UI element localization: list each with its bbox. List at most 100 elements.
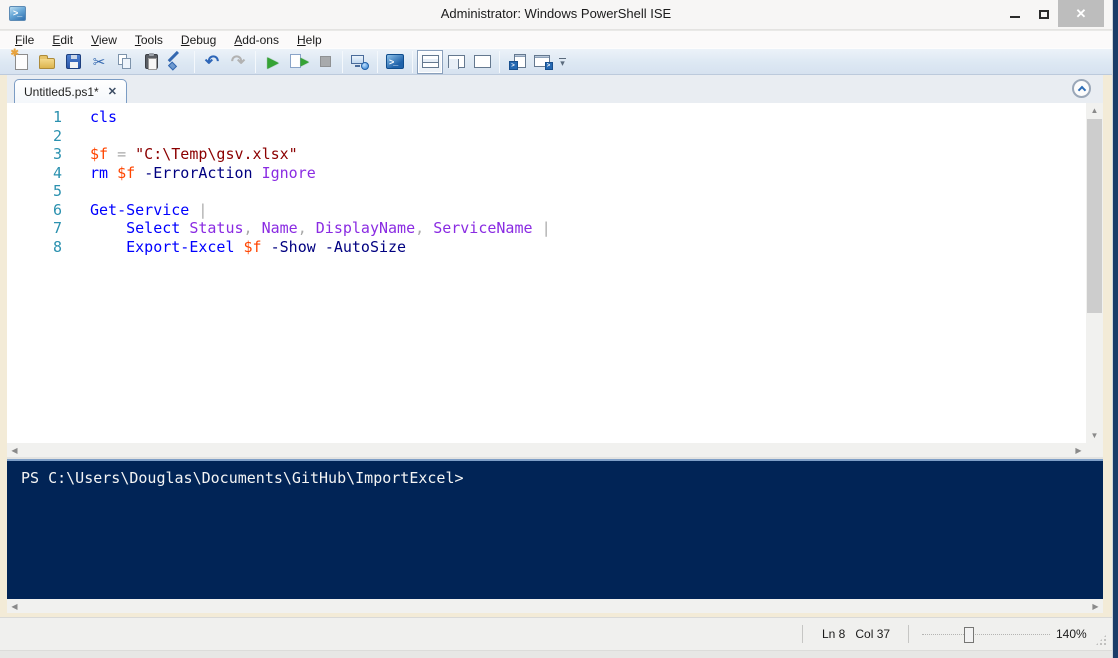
redo-button[interactable]: ↷ bbox=[225, 50, 251, 74]
column-indicator: Col 37 bbox=[855, 627, 890, 641]
run-selection-button[interactable]: ▶ bbox=[286, 50, 312, 74]
clear-broom-icon bbox=[168, 53, 186, 71]
pane-border-right bbox=[1103, 75, 1112, 617]
scroll-right-icon[interactable]: ▶ bbox=[1088, 599, 1103, 613]
pane-border-left bbox=[0, 75, 7, 617]
status-bar: Ln 8 Col 37 140% bbox=[0, 617, 1112, 650]
remote-computer-icon bbox=[351, 54, 369, 70]
minimize-button[interactable] bbox=[1000, 0, 1029, 26]
console-pane[interactable]: PS C:\Users\Douglas\Documents\GitHub\Imp… bbox=[7, 459, 1103, 599]
start-powershell-exe-button[interactable]: >_ bbox=[382, 50, 408, 74]
new-script-button[interactable]: ✱ bbox=[8, 50, 34, 74]
cut-scissors-icon: ✂ bbox=[93, 53, 106, 71]
open-folder-icon bbox=[39, 58, 55, 69]
run-script-button[interactable]: ▶ bbox=[260, 50, 286, 74]
menu-item-edit[interactable]: Edit bbox=[43, 33, 82, 47]
tab-untitled5[interactable]: Untitled5.ps1* ✕ bbox=[14, 79, 127, 103]
scroll-up-icon[interactable]: ▲ bbox=[1086, 103, 1103, 118]
copy-icon bbox=[117, 54, 133, 70]
script-pane-top-icon bbox=[422, 55, 439, 68]
toolbar: ✱ ✂ ↶ ↷ ▶ ▶ >_ bbox=[0, 48, 1112, 75]
redo-arrow-icon: ↷ bbox=[231, 55, 245, 69]
show-script-pane-right-button[interactable] bbox=[443, 50, 469, 74]
window-bottom-edge bbox=[0, 650, 1112, 658]
new-powershell-tab-button[interactable]: > bbox=[504, 50, 530, 74]
console-pane-icon: > bbox=[534, 54, 553, 70]
script-editor-pane[interactable]: 12345678 cls $f = "C:\Temp\gsv.xlsx"rm $… bbox=[7, 103, 1086, 443]
zoom-slider[interactable] bbox=[922, 634, 1050, 635]
tab-label: Untitled5.ps1* bbox=[24, 85, 99, 99]
menu-item-view[interactable]: View bbox=[82, 33, 126, 47]
new-star-icon: ✱ bbox=[11, 48, 19, 59]
open-script-button[interactable] bbox=[34, 50, 60, 74]
chevron-up-icon bbox=[1077, 86, 1085, 94]
close-icon: ✕ bbox=[1076, 6, 1087, 22]
cursor-position: Ln 8 Col 37 bbox=[822, 627, 890, 641]
save-button[interactable] bbox=[60, 50, 86, 74]
menu-item-help[interactable]: Help bbox=[288, 33, 331, 47]
line-indicator: Ln 8 bbox=[822, 627, 845, 641]
maximize-button[interactable] bbox=[1029, 0, 1058, 26]
scroll-down-icon[interactable]: ▼ bbox=[1086, 428, 1103, 443]
scroll-right-icon[interactable]: ▶ bbox=[1071, 443, 1086, 457]
toolbar-separator bbox=[499, 51, 500, 73]
window-right-edge bbox=[1112, 0, 1118, 658]
powershell-ise-window: >_ Administrator: Windows PowerShell ISE… bbox=[0, 0, 1118, 658]
menu-item-add-ons[interactable]: Add-ons bbox=[225, 33, 288, 47]
powershell-console-icon: >_ bbox=[386, 54, 404, 69]
paste-clipboard-icon bbox=[145, 54, 158, 69]
tab-close-icon[interactable]: ✕ bbox=[108, 85, 117, 98]
console-prompt: PS C:\Users\Douglas\Documents\GitHub\Imp… bbox=[21, 469, 464, 487]
status-separator bbox=[908, 625, 909, 643]
overflow-chevron-icon: ▾ bbox=[560, 60, 565, 66]
console-horizontal-scrollbar[interactable]: ◀ ▶ bbox=[7, 599, 1103, 613]
stop-square-icon bbox=[320, 56, 331, 67]
line-numbers: 12345678 bbox=[7, 108, 62, 256]
tab-strip: Untitled5.ps1* ✕ bbox=[7, 75, 1103, 103]
toolbar-separator bbox=[342, 51, 343, 73]
toolbar-separator bbox=[255, 51, 256, 73]
menu-item-file[interactable]: File bbox=[6, 33, 43, 47]
close-button[interactable]: ✕ bbox=[1058, 0, 1104, 27]
editor-horizontal-scrollbar[interactable]: ◀ ▶ bbox=[7, 443, 1086, 457]
scroll-left-icon[interactable]: ◀ bbox=[7, 443, 22, 457]
code-lines: cls $f = "C:\Temp\gsv.xlsx"rm $f -ErrorA… bbox=[90, 108, 551, 256]
undo-arrow-icon: ↶ bbox=[205, 55, 219, 69]
toolbar-separator bbox=[194, 51, 195, 73]
show-script-pane-maximized-button[interactable] bbox=[469, 50, 495, 74]
run-play-icon: ▶ bbox=[267, 53, 279, 71]
new-remote-powershell-tab-button[interactable] bbox=[347, 50, 373, 74]
save-floppy-icon bbox=[66, 54, 81, 69]
window-controls: ✕ bbox=[1000, 0, 1104, 30]
script-pane-maximized-icon bbox=[474, 55, 491, 68]
menu-item-debug[interactable]: Debug bbox=[172, 33, 225, 47]
window-title: Administrator: Windows PowerShell ISE bbox=[0, 6, 1112, 21]
title-bar: >_ Administrator: Windows PowerShell ISE… bbox=[0, 0, 1112, 30]
maximize-icon bbox=[1039, 10, 1049, 19]
stop-operation-button[interactable] bbox=[312, 50, 338, 74]
show-console-pane-button[interactable]: > bbox=[530, 50, 556, 74]
paste-button[interactable] bbox=[138, 50, 164, 74]
clear-console-pane-button[interactable] bbox=[164, 50, 190, 74]
menu-bar: File Edit View Tools Debug Add-ons Help bbox=[0, 31, 1112, 48]
cut-button[interactable]: ✂ bbox=[86, 50, 112, 74]
toolbar-separator bbox=[377, 51, 378, 73]
new-powershell-tab-icon: > bbox=[509, 54, 526, 70]
minimize-icon bbox=[1010, 16, 1020, 18]
zoom-slider-thumb[interactable] bbox=[964, 627, 974, 643]
run-selection-icon: ▶ bbox=[290, 54, 308, 70]
scroll-left-icon[interactable]: ◀ bbox=[7, 599, 22, 613]
menu-item-tools[interactable]: Tools bbox=[126, 33, 172, 47]
toolbar-overflow-button[interactable]: ▾ bbox=[559, 58, 566, 66]
status-separator bbox=[802, 625, 803, 643]
collapse-script-pane-button[interactable] bbox=[1072, 79, 1091, 98]
copy-button[interactable] bbox=[112, 50, 138, 74]
undo-button[interactable]: ↶ bbox=[199, 50, 225, 74]
show-script-pane-top-button[interactable] bbox=[417, 50, 443, 74]
resize-grip-icon[interactable] bbox=[1095, 634, 1107, 646]
scrollbar-thumb[interactable] bbox=[1087, 119, 1102, 313]
editor-vertical-scrollbar[interactable]: ▲ ▼ bbox=[1086, 103, 1103, 443]
script-pane-right-icon bbox=[448, 55, 465, 68]
scrollbar-corner bbox=[1086, 443, 1103, 457]
toolbar-separator bbox=[412, 51, 413, 73]
